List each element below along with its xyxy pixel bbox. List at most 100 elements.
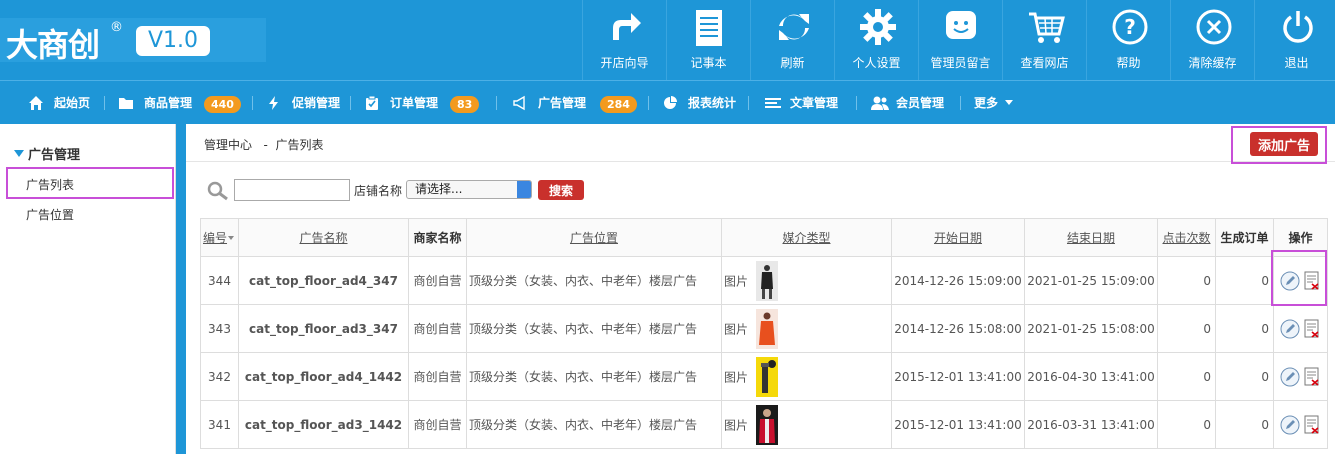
row-actions-highlight <box>1271 250 1327 306</box>
cart-icon <box>1029 12 1065 43</box>
table-row: 341 cat_top_floor_ad3_1442 商创自营 顶级分类（女装、… <box>200 400 1328 449</box>
clipboard-icon <box>366 95 378 110</box>
tool-label: 清除缓存 <box>1188 56 1237 70</box>
nav-divider <box>960 96 961 110</box>
nav-label: 起始页 <box>54 96 91 110</box>
breadcrumb-root[interactable]: 管理中心 <box>204 138 252 152</box>
sidebar-group-ads[interactable]: 广告管理 <box>14 144 80 163</box>
cell-orders: 0 <box>1215 400 1274 449</box>
col-orders-header: 生成订单 <box>1215 218 1274 257</box>
cell-orders: 0 <box>1215 352 1274 401</box>
edit-pencil-icon[interactable] <box>1280 319 1300 339</box>
cell-shop: 商创自营 <box>408 352 467 401</box>
cell-ad-name[interactable]: cat_top_floor_ad3_347 <box>238 304 409 353</box>
tool-view-store[interactable]: 查看网店 <box>1002 0 1086 80</box>
nav-divider <box>648 96 649 110</box>
delete-doc-icon[interactable] <box>1303 319 1321 339</box>
cell-media: 图片 <box>721 256 892 305</box>
cell-clicks: 0 <box>1157 400 1216 449</box>
col-clicks-header[interactable]: 点击次数 <box>1157 218 1216 257</box>
col-end-header[interactable]: 结束日期 <box>1024 218 1158 257</box>
cell-clicks: 0 <box>1157 304 1216 353</box>
ad-thumbnail[interactable] <box>756 260 779 301</box>
sidebar-group-label: 广告管理 <box>28 148 81 163</box>
nav-divider <box>350 96 351 110</box>
col-name-header[interactable]: 广告名称 <box>238 218 409 257</box>
nav-more-dropdown[interactable]: 更多 <box>974 81 1014 125</box>
tool-label: 刷新 <box>780 56 805 70</box>
ad-thumbnail[interactable] <box>756 356 779 397</box>
shop-select[interactable]: 请选择... <box>406 180 532 199</box>
cell-clicks: 0 <box>1157 352 1216 401</box>
col-start-header[interactable]: 开始日期 <box>891 218 1025 257</box>
sidebar: 广告管理 广告列表 广告位置 <box>0 124 176 454</box>
table-row: 344 cat_top_floor_ad4_347 商创自营 顶级分类（女装、内… <box>200 256 1328 305</box>
breadcrumb: 管理中心 - 广告列表 <box>204 136 323 153</box>
add-ad-button[interactable]: 添加广告 <box>1250 132 1318 156</box>
delete-doc-icon[interactable] <box>1303 415 1321 435</box>
tool-refresh[interactable]: 刷新 <box>750 0 834 80</box>
megaphone-icon <box>513 95 525 111</box>
col-id-header[interactable]: 编号 <box>200 218 239 257</box>
pie-chart-icon <box>664 96 677 109</box>
cell-position: 顶级分类（女装、内衣、中老年）楼层广告 <box>466 304 722 353</box>
caret-down-icon <box>1005 100 1014 105</box>
cell-orders: 0 <box>1215 304 1274 353</box>
tool-help[interactable]: ? 帮助 <box>1086 0 1170 80</box>
col-media-header[interactable]: 媒介类型 <box>721 218 892 257</box>
cell-ad-name[interactable]: cat_top_floor_ad4_347 <box>238 256 409 305</box>
nav-label: 促销管理 <box>292 96 341 110</box>
tool-personal-settings[interactable]: 个人设置 <box>834 0 918 80</box>
tool-clear-cache[interactable]: 清除缓存 <box>1170 0 1254 80</box>
edit-pencil-icon[interactable] <box>1280 415 1300 435</box>
cell-actions <box>1273 304 1328 353</box>
tool-admin-messages[interactable]: 管理员留言 <box>918 0 1002 80</box>
col-shop-header: 商家名称 <box>408 218 467 257</box>
cell-id: 342 <box>200 352 239 401</box>
ad-thumbnail[interactable] <box>756 308 779 349</box>
svg-text:?: ? <box>1124 15 1136 39</box>
search-bar: 店铺名称 请选择... 搜索 <box>186 172 1335 212</box>
cell-start-date: 2015-12-01 13:41:00 <box>891 352 1025 401</box>
cell-media: 图片 <box>721 304 892 353</box>
lightning-icon <box>269 96 278 110</box>
ads-table: 编号 广告名称 商家名称 广告位置 媒介类型 开始日期 结束日期 点击次数 生成… <box>200 218 1328 449</box>
cell-ad-name[interactable]: cat_top_floor_ad4_1442 <box>238 352 409 401</box>
tool-label: 记事本 <box>690 56 727 70</box>
main-content: 管理中心 - 广告列表 添加广告 店铺名称 请选择... 搜索 编号 广告名称 … <box>186 124 1335 454</box>
top-header: 大商创 ® V1.0 开店向导 记事本 刷新 个人设置 管理员留言 查看网店 ?… <box>0 0 1335 80</box>
refresh-icon <box>779 14 809 40</box>
cell-actions <box>1273 400 1328 449</box>
cell-actions <box>1273 352 1328 401</box>
tool-logout[interactable]: 退出 <box>1254 0 1335 80</box>
cell-start-date: 2014-12-26 15:09:00 <box>891 256 1025 305</box>
tool-open-store-guide[interactable]: 开店向导 <box>582 0 666 80</box>
cell-end-date: 2021-01-25 15:08:00 <box>1024 304 1158 353</box>
nav-divider <box>496 96 497 110</box>
share-arrow-icon <box>613 13 641 40</box>
sidebar-item-ad-list[interactable]: 广告列表 <box>26 176 74 193</box>
cell-position: 顶级分类（女装、内衣、中老年）楼层广告 <box>466 256 722 305</box>
cell-id: 341 <box>200 400 239 449</box>
cell-shop: 商创自营 <box>408 256 467 305</box>
help-icon: ? <box>1112 9 1148 45</box>
sidebar-item-ad-positions[interactable]: 广告位置 <box>26 206 74 223</box>
media-type-text: 图片 <box>724 418 749 432</box>
search-input[interactable] <box>234 179 350 201</box>
cell-shop: 商创自营 <box>408 400 467 449</box>
table-row: 342 cat_top_floor_ad4_1442 商创自营 顶级分类（女装、… <box>200 352 1328 401</box>
cell-shop: 商创自营 <box>408 304 467 353</box>
col-position-header[interactable]: 广告位置 <box>466 218 722 257</box>
nav-label: 会员管理 <box>896 96 945 110</box>
tool-notepad[interactable]: 记事本 <box>666 0 750 80</box>
cell-position: 顶级分类（女装、内衣、中老年）楼层广告 <box>466 400 722 449</box>
shop-name-label: 店铺名称 <box>354 184 403 198</box>
sort-caret-icon <box>228 236 235 240</box>
cell-ad-name[interactable]: cat_top_floor_ad3_1442 <box>238 400 409 449</box>
search-button[interactable]: 搜索 <box>538 180 584 200</box>
edit-pencil-icon[interactable] <box>1280 367 1300 387</box>
ad-thumbnail[interactable] <box>756 404 779 445</box>
brand-logo[interactable]: 大商创 ® V1.0 <box>0 18 266 64</box>
delete-doc-icon[interactable] <box>1303 367 1321 387</box>
version-badge: V1.0 <box>136 26 210 56</box>
